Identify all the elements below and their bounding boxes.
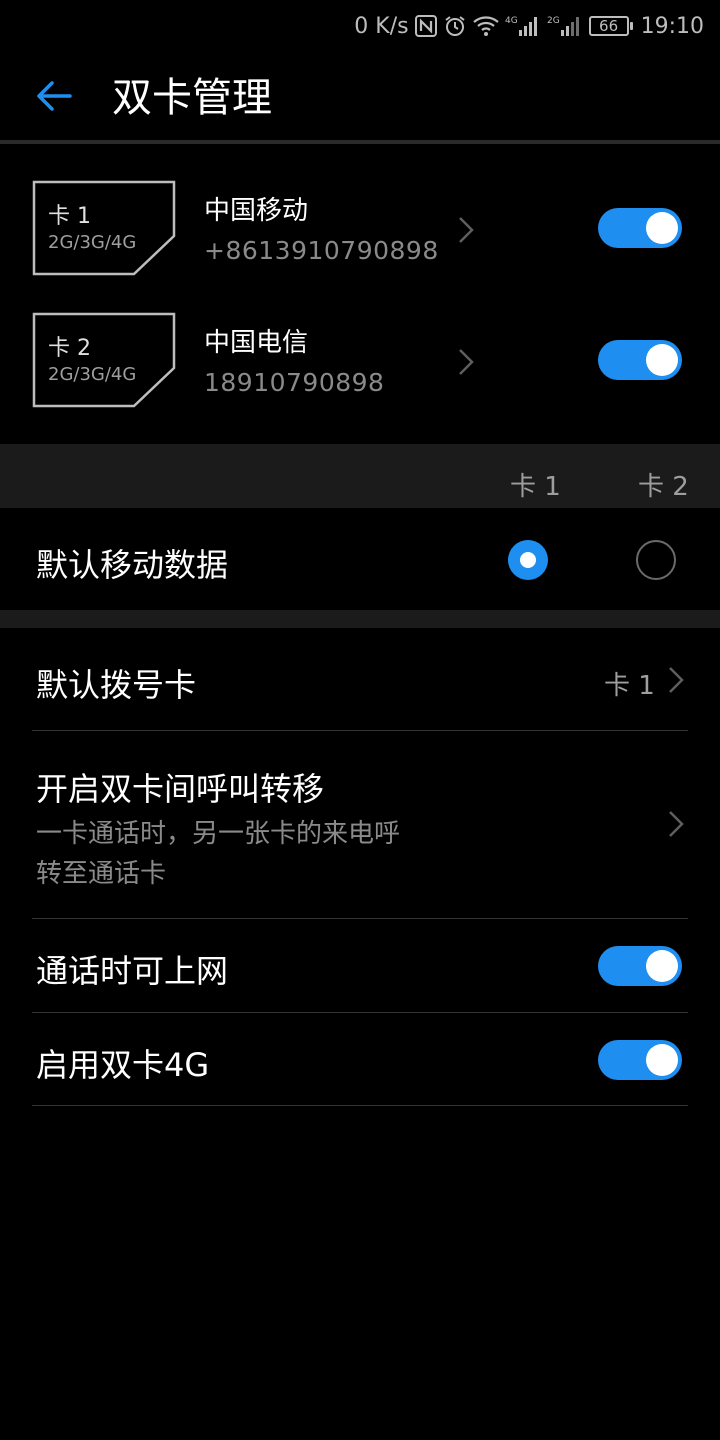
column-card-1: 卡 1 [510, 472, 561, 502]
dual-4g-label: 启用双卡4G [36, 1046, 210, 1084]
app-header: 双卡管理 [0, 52, 720, 140]
chevron-right-icon [666, 664, 686, 696]
default-mobile-data-label: 默认移动数据 [36, 546, 229, 584]
default-dial-label: 默认拨号卡 [36, 666, 197, 704]
phone-number[interactable]: 18910790898 [204, 368, 384, 397]
svg-text:2G: 2G [547, 16, 560, 26]
data-card-2-radio[interactable] [636, 540, 676, 580]
section-separator [0, 610, 720, 628]
clock: 19:10 [640, 13, 704, 39]
dual-4g-toggle[interactable] [598, 1040, 682, 1080]
internet-in-call-toggle[interactable] [598, 946, 682, 986]
signal-2g-icon: 2G [547, 14, 583, 38]
card-column-header: 卡 1 卡 2 [0, 444, 720, 508]
wifi-icon [472, 15, 499, 37]
back-arrow-icon[interactable] [32, 74, 76, 118]
internet-in-call-label: 通话时可上网 [36, 952, 229, 990]
sim-2-toggle[interactable] [598, 340, 682, 380]
sim-label: 卡 2 [48, 336, 91, 361]
chevron-right-icon[interactable] [456, 346, 476, 378]
data-card-1-radio[interactable] [508, 540, 548, 580]
status-bar: 0 K/s 4G 2G 66 19:10 [0, 0, 720, 52]
divider [32, 1012, 688, 1013]
battery-icon: 66 [588, 16, 633, 36]
status-bar-right: 0 K/s 4G 2G 66 19:10 [354, 10, 704, 42]
column-card-2: 卡 2 [638, 472, 689, 502]
sim-label: 卡 1 [48, 204, 91, 229]
nfc-icon [414, 15, 437, 37]
chevron-right-icon [666, 808, 686, 840]
divider [32, 918, 688, 919]
default-dial-value: 卡 1 [604, 671, 655, 701]
call-forwarding-label: 开启双卡间呼叫转移 [36, 770, 325, 808]
chevron-right-icon[interactable] [456, 214, 476, 246]
sim-card-icon: 卡 1 2G/3G/4G [32, 180, 176, 276]
divider [32, 730, 688, 731]
sim-network: 2G/3G/4G [48, 364, 137, 385]
signal-4g-icon: 4G [505, 14, 541, 38]
call-forwarding-description-2: 转至通话卡 [36, 859, 167, 889]
alarm-icon [443, 14, 467, 38]
sim-network: 2G/3G/4G [48, 232, 137, 253]
header-divider [0, 140, 720, 144]
call-forwarding-description: 一卡通话时，另一张卡的来电呼 [36, 819, 401, 849]
sim-1-toggle[interactable] [598, 208, 682, 248]
sim-card-icon: 卡 2 2G/3G/4G [32, 312, 176, 408]
divider [32, 1105, 688, 1106]
sim-row-1: 卡 1 2G/3G/4G 中国移动 +8613910790898 [0, 180, 720, 290]
sim-row-2: 卡 2 2G/3G/4G 中国电信 18910790898 [0, 312, 720, 422]
carrier-name[interactable]: 中国移动 [204, 190, 308, 227]
phone-number[interactable]: +8613910790898 [204, 236, 439, 265]
page-title: 双卡管理 [112, 75, 272, 121]
network-speed: 0 K/s [354, 13, 409, 39]
carrier-name[interactable]: 中国电信 [204, 322, 308, 359]
svg-text:4G: 4G [505, 16, 518, 26]
